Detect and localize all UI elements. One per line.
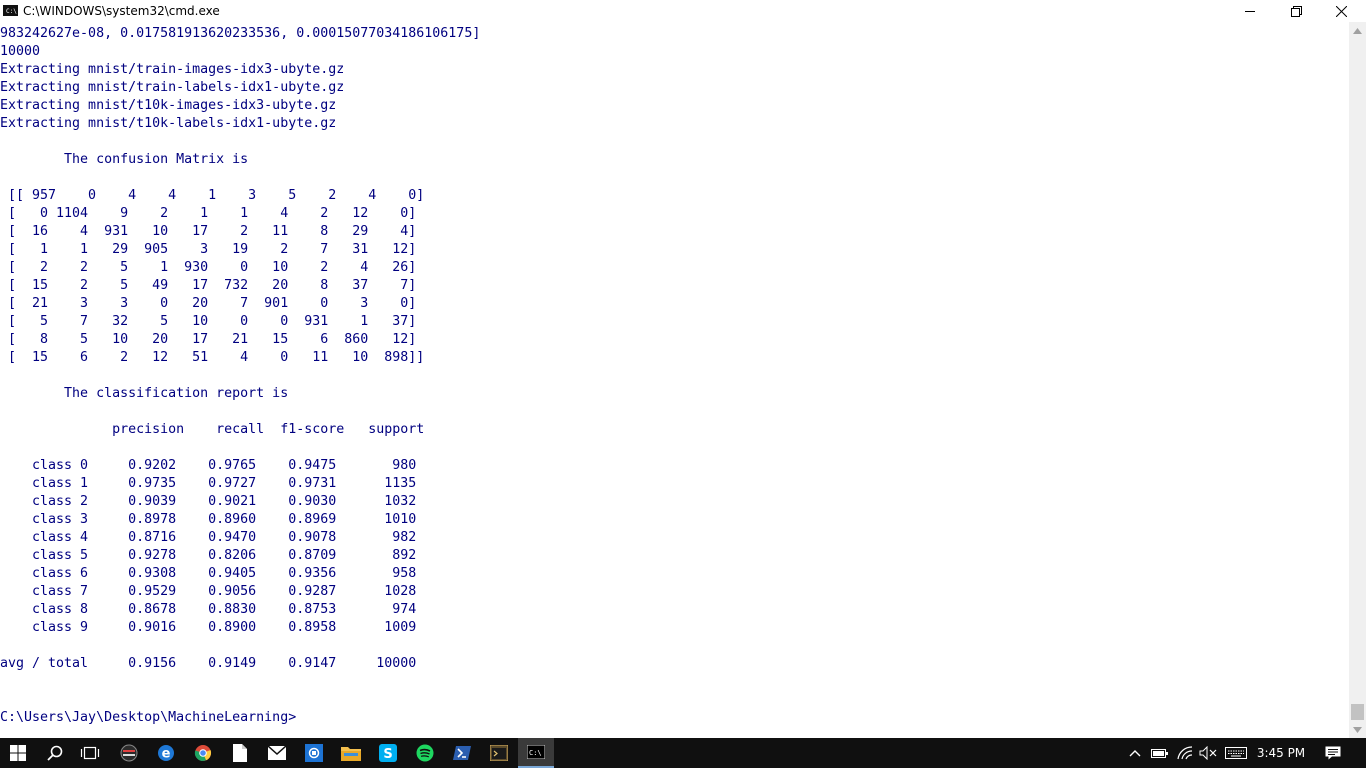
svg-text:e: e [162,747,171,762]
taskbar-app-chrome[interactable] [185,738,221,768]
taskbar: e S C:\ 3:45 PM [0,738,1366,768]
action-center-button[interactable] [1316,738,1350,768]
svg-text:C:\: C:\ [529,749,542,757]
battery-icon [1151,749,1168,758]
taskbar-app-skype[interactable]: S [370,738,406,768]
battery-status[interactable] [1149,738,1171,768]
chrome-icon [194,745,212,761]
start-icon [10,745,26,761]
close-icon [1335,5,1347,17]
svg-text:S: S [383,747,392,762]
clock[interactable]: 3:45 PM [1254,738,1308,768]
clock-time: 3:45 PM [1256,746,1306,760]
window-title: C:\WINDOWS\system32\cmd.exe [23,4,220,18]
console-text: 983242627e-08, 0.017581913620233536, 0.0… [0,26,481,725]
scroll-up-icon [1353,27,1362,34]
skype-icon: S [379,744,397,762]
task-view-button[interactable] [72,738,108,768]
cmd-icon: C:\ [527,745,545,759]
taskbar-app-cmd[interactable]: C:\ [518,738,554,768]
taskbar-app-media[interactable] [111,738,147,768]
cmd-icon: C:\ [3,5,18,16]
chevron-up-icon [1129,750,1141,757]
scroll-down-button[interactable] [1349,721,1366,738]
console-output[interactable]: 983242627e-08, 0.017581913620233536, 0.0… [0,22,1349,738]
restore-icon [1290,5,1302,17]
taskbar-app-file[interactable] [222,738,258,768]
taskbar-app-spotify[interactable] [407,738,443,768]
volume-muted-icon [1199,746,1217,760]
file-icon [233,744,247,762]
taskbar-app-powershell[interactable] [444,738,480,768]
taskbar-app-file-explorer[interactable] [333,738,369,768]
action-center-icon [1325,746,1341,760]
vertical-scrollbar[interactable] [1349,22,1366,738]
wifi-icon [1177,746,1193,760]
taskbar-app-edge[interactable]: e [148,738,184,768]
media-app-icon [120,744,138,762]
terminal-app-icon [490,745,508,761]
spotify-icon [416,744,434,762]
scroll-down-icon [1353,726,1362,733]
keyboard-icon [1225,747,1247,759]
minimize-icon [1245,11,1255,12]
taskbar-app-mail[interactable] [259,738,295,768]
close-button[interactable] [1318,0,1364,22]
taskbar-app-terminal[interactable] [481,738,517,768]
show-hidden-icons-button[interactable] [1125,738,1145,768]
network-status[interactable] [1174,738,1196,768]
title-bar[interactable]: C:\ C:\WINDOWS\system32\cmd.exe [0,0,1366,22]
mail-icon [268,746,286,760]
scroll-up-button[interactable] [1349,22,1366,39]
taskbar-app-blue[interactable] [296,738,332,768]
search-button[interactable] [37,738,73,768]
scrollbar-thumb[interactable] [1351,704,1364,720]
minimize-button[interactable] [1227,0,1273,22]
restore-button[interactable] [1273,0,1319,22]
edge-icon: e [158,745,174,762]
search-icon [47,745,63,761]
file-explorer-icon [341,747,361,761]
powershell-icon [453,746,471,760]
start-button[interactable] [0,738,36,768]
volume-control[interactable] [1197,738,1219,768]
task-view-icon [80,746,100,760]
touch-keyboard-button[interactable] [1222,738,1250,768]
blue-app-icon [305,744,323,762]
